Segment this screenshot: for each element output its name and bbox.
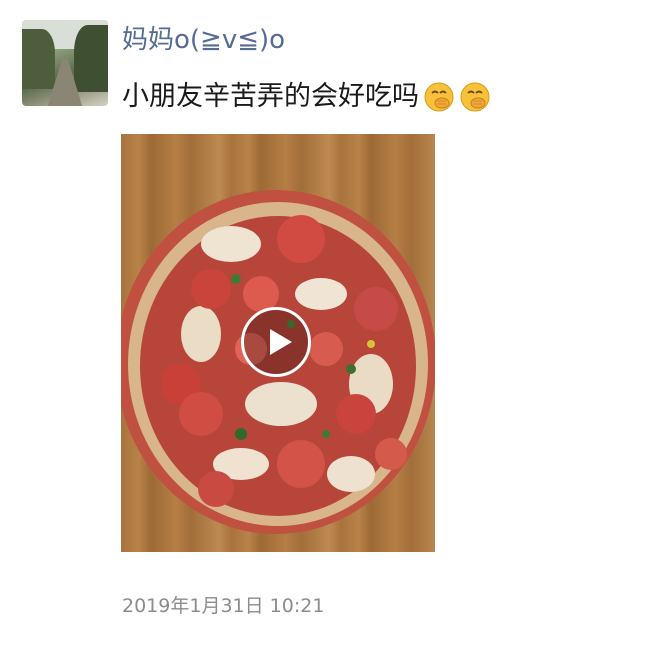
smirk-hand-over-mouth-icon [424,82,454,112]
author-name[interactable]: 妈妈o(≧v≦)o [122,22,285,58]
smirk-hand-over-mouth-icon [460,82,490,112]
moments-post: 妈妈o(≧v≦)o 小朋友辛苦弄的会好吃吗 2019年1月31日 10:21 [0,0,650,667]
avatar-tree [73,25,108,93]
post-timestamp: 2019年1月31日 10:21 [122,595,325,617]
post-text-row: 小朋友辛苦弄的会好吃吗 [122,78,491,116]
avatar-tree [22,28,55,89]
post-text: 小朋友辛苦弄的会好吃吗 [122,81,419,112]
play-icon [270,329,292,355]
avatar[interactable] [22,20,108,106]
play-button[interactable] [241,307,311,377]
